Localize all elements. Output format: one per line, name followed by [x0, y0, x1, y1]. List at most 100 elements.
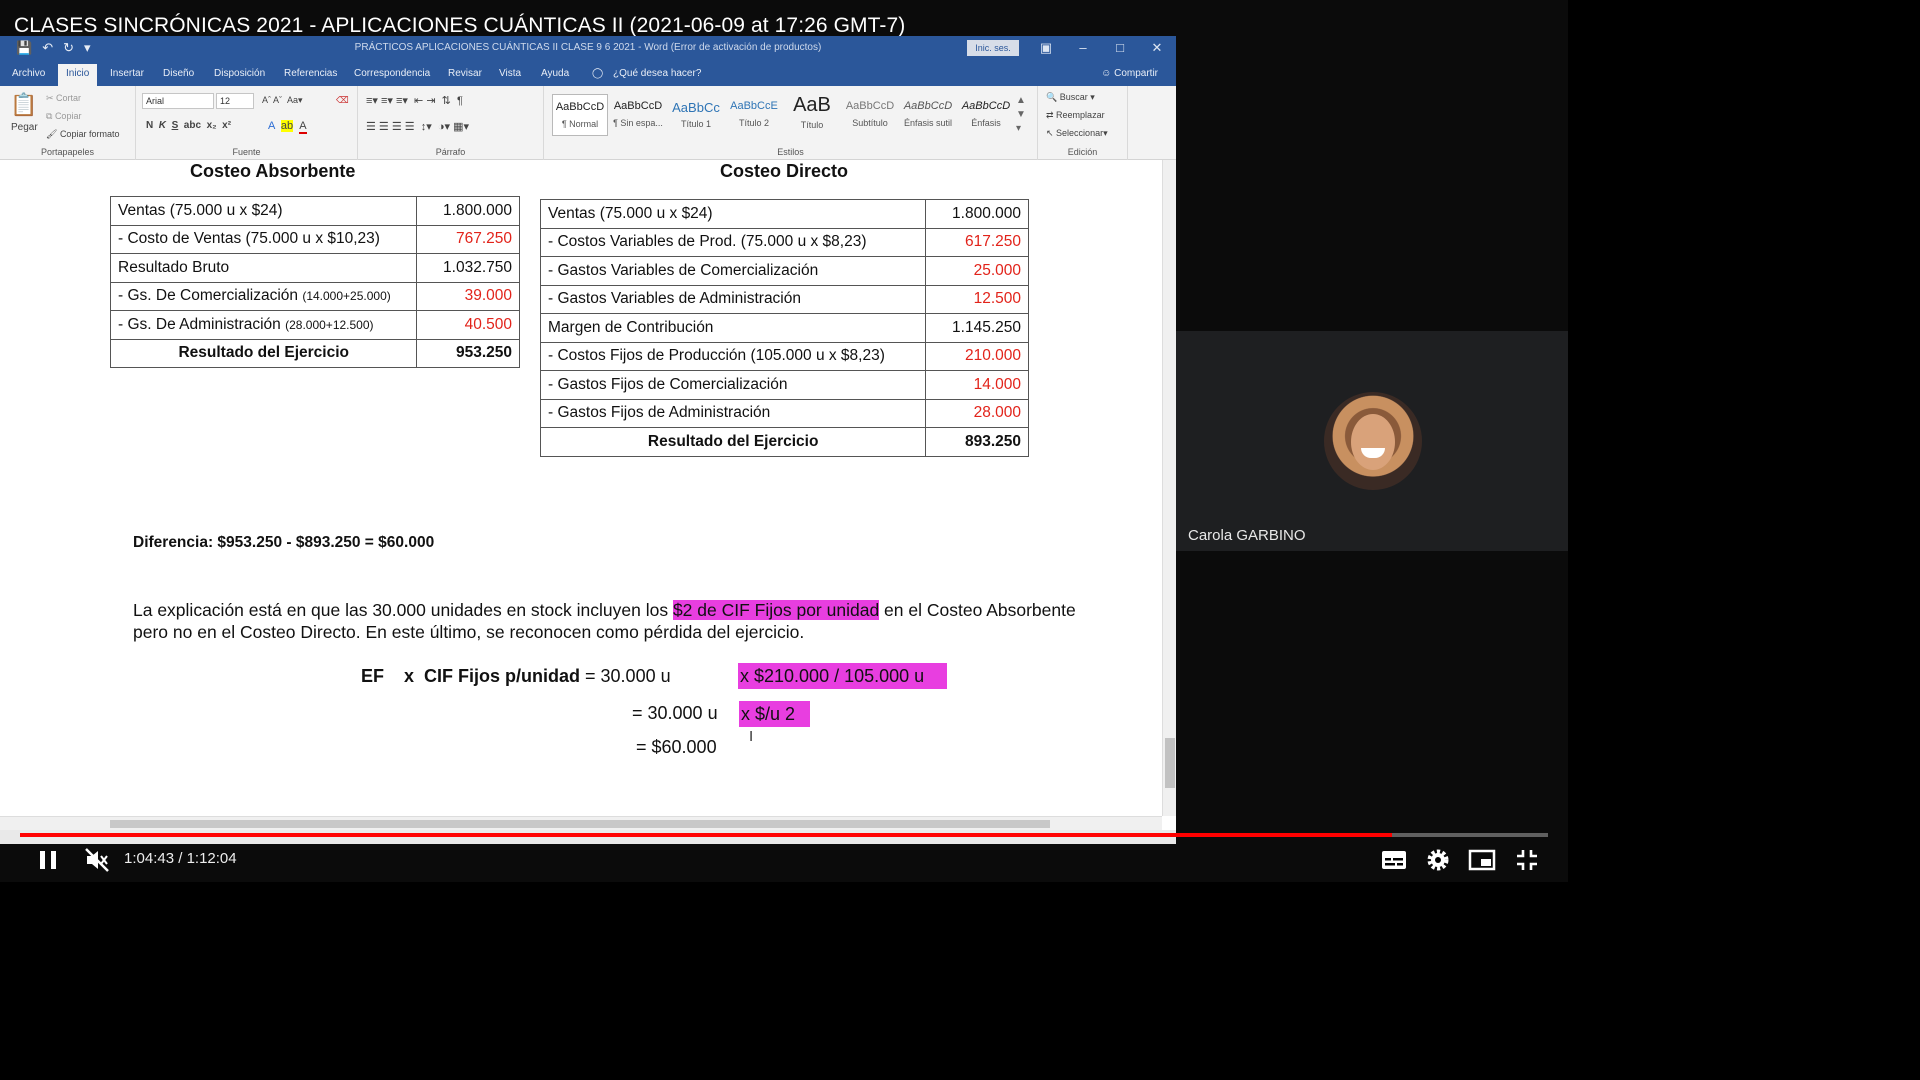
- row-label: - Gastos Variables de Comercialización: [539, 256, 927, 286]
- directo-table: Ventas (75.000 u x $24) 1.800.000- Costos…: [539, 199, 1029, 457]
- result-row: Resultado del Ejercicio 953.250: [109, 338, 520, 368]
- tab-ayuda[interactable]: Ayuda: [541, 68, 569, 79]
- tell-me-input[interactable]: ¿Qué desea hacer?: [613, 68, 701, 79]
- table-row: Margen de Contribución 1.145.250: [539, 313, 1029, 343]
- share-button[interactable]: ☺ Compartir: [1101, 68, 1158, 79]
- tab-archivo[interactable]: Archivo: [12, 68, 45, 79]
- style-heading-2[interactable]: AaBbCcE Título 2: [726, 94, 782, 136]
- formula-line-2: = 30.000 u: [632, 703, 718, 723]
- row-value: 28.000: [925, 398, 1029, 428]
- style-normal[interactable]: AaBbCcD ¶ Normal: [552, 94, 608, 136]
- row-note: (28.000+12.500): [285, 317, 374, 332]
- row-label: - Gastos Variables de Administración: [539, 284, 927, 314]
- exit-fullscreen-icon[interactable]: [1514, 847, 1540, 873]
- absorbente-table: Ventas (75.000 u x $24) 1.800.000- Costo …: [109, 196, 520, 368]
- styles-group: AaBbCcD ¶ Normal AaBbCcD ¶ Sin espa... AaB…: [544, 86, 1038, 160]
- replace-button[interactable]: ⇄ Reemplazar: [1046, 110, 1105, 121]
- copy-button[interactable]: ⧉ Copiar: [46, 111, 81, 122]
- font-name-select[interactable]: Arial: [142, 93, 214, 109]
- list-icons[interactable]: ≡▾ ≡▾ ≡▾ ⇤ ⇥ ⇅ ¶: [366, 94, 463, 107]
- table-row: - Gastos Variables de Comercialización 25…: [539, 256, 1029, 286]
- maximize-icon[interactable]: □: [1110, 39, 1130, 57]
- progress-bar[interactable]: [20, 833, 1548, 837]
- result-row: Resultado del Ejercicio 893.250: [539, 427, 1029, 457]
- horizontal-scroll-thumb[interactable]: [110, 820, 1050, 828]
- subtitles-icon[interactable]: [1381, 848, 1407, 872]
- clear-format-icon[interactable]: ⌫: [336, 95, 349, 106]
- participant-name: Carola GARBINO: [1188, 527, 1306, 544]
- vertical-scroll-thumb[interactable]: [1165, 738, 1175, 788]
- styles-scroll-icons[interactable]: ▲ ▼ ▾: [1016, 94, 1026, 136]
- tab-vista[interactable]: Vista: [499, 68, 521, 79]
- font-grow-shrink-icons[interactable]: Aˆ Aˇ Aa▾: [262, 95, 303, 106]
- clipboard-label: Portapapeles: [40, 147, 95, 157]
- row-value: 1.800.000: [925, 199, 1029, 229]
- row-label: - Gs. De Comercialización (14.000+25.000…: [109, 281, 418, 311]
- horizontal-scrollbar[interactable]: [0, 816, 1162, 830]
- row-label: Resultado Bruto: [109, 253, 418, 283]
- ribbon-display-icon[interactable]: ▣: [1036, 39, 1056, 57]
- word-window: 💾 ↶ ↻ ▾ PRÁCTICOS APLICACIONES CUÁNTICAS…: [0, 36, 1176, 844]
- style-emphasis[interactable]: AaBbCcD Énfasis: [958, 94, 1014, 136]
- table-row: - Costos Fijos de Producción (105.000 u …: [539, 341, 1029, 371]
- tab-revisar[interactable]: Revisar: [448, 68, 482, 79]
- table-row: Ventas (75.000 u x $24) 1.800.000: [539, 199, 1029, 229]
- time-display: 1:04:43 / 1:12:04: [124, 850, 237, 867]
- row-value: 25.000: [925, 256, 1029, 286]
- row-value: 39.000: [416, 281, 520, 311]
- mute-icon[interactable]: [84, 847, 110, 873]
- ribbon-tabs: Archivo Inicio Insertar Diseño Disposici…: [0, 62, 1176, 86]
- highlighted-phrase: $2 de CIF Fijos por unidad: [672, 600, 880, 620]
- tab-correspondencia[interactable]: Correspondencia: [354, 68, 430, 79]
- tab-diseno[interactable]: Diseño: [163, 68, 194, 79]
- cut-button[interactable]: ✂ Cortar: [46, 93, 81, 104]
- text-format-icons[interactable]: N K S abc x₂ x²: [146, 120, 231, 131]
- table-row: - Gs. De Comercialización (14.000+25.000…: [109, 281, 520, 311]
- row-label: Ventas (75.000 u x $24): [539, 199, 927, 229]
- find-button[interactable]: 🔍 Buscar ▾: [1046, 92, 1095, 103]
- row-label: - Gastos Fijos de Comercialización: [539, 370, 927, 400]
- style-no-spacing[interactable]: AaBbCcD ¶ Sin espa...: [610, 94, 666, 136]
- table-row: - Costos Variables de Prod. (75.000 u x …: [539, 227, 1029, 257]
- align-icons[interactable]: ☰ ☰ ☰ ☰ ↕▾ ◑▾ ▦▾: [366, 120, 469, 133]
- minimize-icon[interactable]: –: [1073, 39, 1093, 57]
- row-value: 14.000: [925, 370, 1029, 400]
- settings-icon[interactable]: [1425, 847, 1451, 873]
- formula-line-1-highlight: x $210.000 / 105.000 u: [738, 663, 947, 689]
- style-title[interactable]: AaB Título: [784, 94, 840, 136]
- editing-label: Edición: [1067, 147, 1098, 157]
- style-heading-1[interactable]: AaBbCc Título 1: [668, 94, 724, 136]
- pause-icon[interactable]: [36, 848, 60, 872]
- clipboard-group: 📋 Pegar ✂ Cortar ⧉ Copiar 🖌 Copiar forma…: [0, 86, 136, 160]
- miniplayer-icon[interactable]: [1468, 848, 1496, 872]
- tab-referencias[interactable]: Referencias: [284, 68, 337, 79]
- tab-inicio[interactable]: Inicio: [58, 64, 98, 86]
- font-color-icons[interactable]: A ab A: [268, 120, 307, 134]
- result-label: Resultado del Ejercicio: [539, 427, 927, 457]
- font-group: Arial 12 Aˆ Aˇ Aa▾ ⌫ N K S abc x₂ x² A a…: [136, 86, 358, 160]
- editing-group: 🔍 Buscar ▾ ⇄ Reemplazar ↖ Seleccionar▾ E…: [1038, 86, 1128, 160]
- table-row: Resultado Bruto 1.032.750: [109, 253, 520, 283]
- style-subtitle[interactable]: AaBbCcD Subtítulo: [842, 94, 898, 136]
- row-value: 1.145.250: [925, 313, 1029, 343]
- style-subtle-emphasis[interactable]: AaBbCcD Énfasis sutil: [900, 94, 956, 136]
- formula-line-2-highlight: x $/u 2: [739, 701, 810, 727]
- vertical-scrollbar[interactable]: [1162, 160, 1176, 816]
- table-row: - Costo de Ventas (75.000 u x $10,23) 767…: [109, 224, 520, 254]
- format-painter-button[interactable]: 🖌 Copiar formato: [46, 129, 119, 140]
- row-label: - Costos Variables de Prod. (75.000 u x …: [539, 227, 927, 257]
- close-icon[interactable]: ✕: [1147, 39, 1167, 57]
- sign-in-button[interactable]: Inic. ses.: [967, 40, 1019, 56]
- paste-icon[interactable]: 📋: [10, 92, 37, 118]
- row-value: 210.000: [925, 341, 1029, 371]
- result-label: Resultado del Ejercicio: [109, 338, 418, 368]
- select-button[interactable]: ↖ Seleccionar▾: [1046, 128, 1108, 139]
- difference-line: Diferencia: $953.250 - $893.250 = $60.00…: [133, 534, 435, 551]
- font-size-select[interactable]: 12: [216, 93, 254, 109]
- ribbon-home: 📋 Pegar ✂ Cortar ⧉ Copiar 🖌 Copiar forma…: [0, 86, 1176, 160]
- paste-button[interactable]: Pegar: [11, 122, 38, 133]
- video-title: CLASES SINCRÓNICAS 2021 - APLICACIONES C…: [14, 14, 906, 37]
- tab-insertar[interactable]: Insertar: [110, 68, 144, 79]
- tab-disposicion[interactable]: Disposición: [214, 68, 265, 79]
- document-page[interactable]: Costeo Absorbente Costeo Directo Ventas …: [0, 160, 1162, 816]
